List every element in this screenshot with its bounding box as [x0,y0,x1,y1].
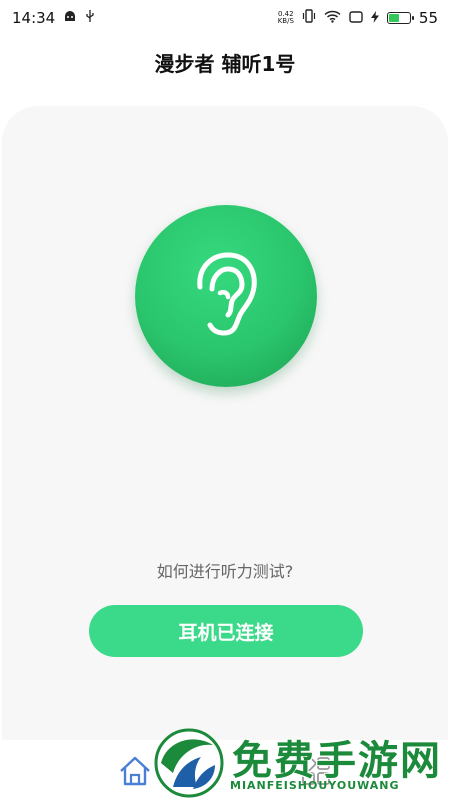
android-icon [63,9,77,27]
battery-percent: 55 [418,9,438,27]
battery-fill [388,14,400,22]
status-left: 14:34 [12,9,95,27]
watermark-subtitle: MIANFEISHOUYOUWANG [230,779,400,792]
net-speed: 0.42 KB/S [278,11,294,25]
wifi-icon [324,9,341,27]
watermark-logo-icon [153,727,225,803]
usb-icon [85,9,95,27]
status-time: 14:34 [12,9,56,27]
watermark-title: 免费手游网 [232,737,442,784]
battery-icon [386,12,414,24]
ear-icon [190,249,262,343]
status-right: 0.42 KB/S 55 [278,9,438,27]
status-bar: 14:34 0.42 KB/S 55 [0,0,450,36]
charging-icon [370,9,379,27]
vibrate-icon [302,9,316,27]
hearing-test-help-link[interactable]: 如何进行听力测试? [0,558,450,582]
ear-button[interactable] [135,205,317,387]
home-icon[interactable] [118,755,152,791]
earphone-connected-button[interactable]: 耳机已连接 [89,605,363,657]
net-speed-unit: KB/S [277,17,294,25]
screen-icon [349,9,363,27]
page-title: 漫步者 辅听1号 [154,52,296,76]
